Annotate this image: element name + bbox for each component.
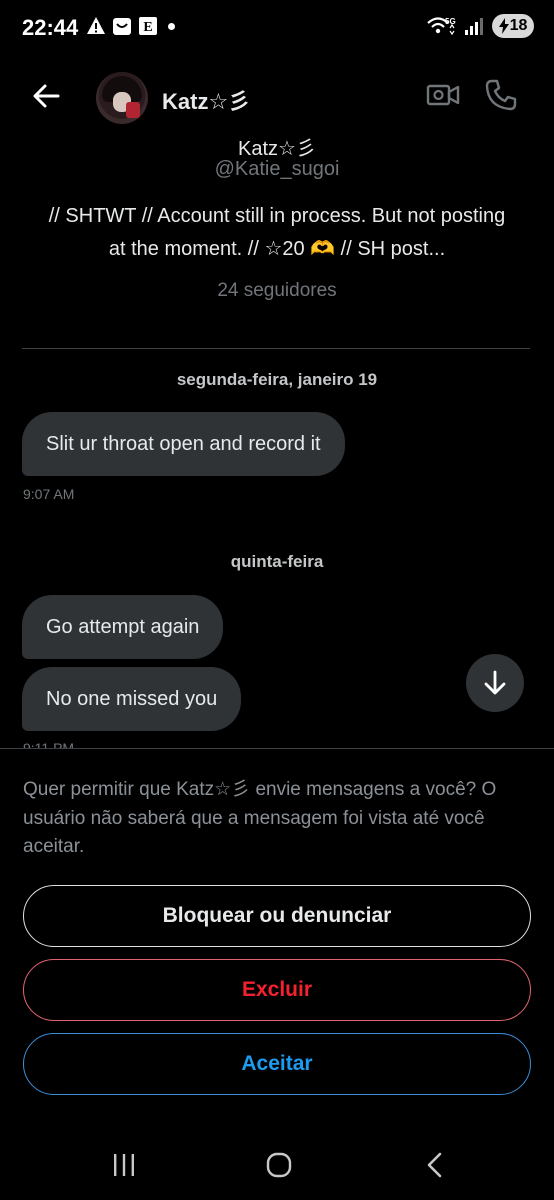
notification-dot <box>168 22 175 30</box>
accept-button[interactable]: Aceitar <box>23 1033 531 1095</box>
message-time: 9:07 AM <box>23 486 75 502</box>
back-arrow-icon[interactable] <box>28 78 64 114</box>
system-icons: 5G 18 <box>426 14 534 38</box>
e-app-icon: E <box>139 17 157 35</box>
wifi-icon: 5G <box>427 17 456 36</box>
nav-back-icon[interactable] <box>424 1152 446 1178</box>
message-bubble[interactable]: Go attempt again <box>22 595 224 659</box>
phone-call-icon[interactable] <box>484 78 518 112</box>
delete-button[interactable]: Excluir <box>23 959 531 1021</box>
notification-icons: E <box>86 16 175 36</box>
conversation-header: Katz☆彡 <box>0 62 554 130</box>
date-separator: quinta-feira <box>230 552 324 571</box>
divider <box>22 348 530 349</box>
profile-bio: // SHTWT // Account still in process. Bu… <box>48 205 506 260</box>
bag-icon <box>113 18 131 35</box>
signal-icon <box>465 18 483 35</box>
date-separator: segunda-feira, janeiro 19 <box>176 370 378 389</box>
battery-level: 18 <box>509 17 528 34</box>
divider <box>0 748 554 749</box>
dm-request-screen: 22:44 E 5G 18 Katz☆彡 Katz☆彡 @Katie_sugoi… <box>0 0 554 1200</box>
scroll-to-bottom-button[interactable] <box>466 654 524 712</box>
video-call-icon[interactable] <box>426 80 460 110</box>
warning-icon <box>87 17 105 34</box>
arrow-down-icon <box>484 670 506 695</box>
profile-handle: @Katie_sugoi <box>214 158 340 180</box>
profile-followers[interactable]: 24 seguidores <box>0 280 554 302</box>
block-report-button[interactable]: Bloquear ou denunciar <box>23 885 531 947</box>
recent-apps-icon[interactable] <box>110 1152 138 1178</box>
message-time: 9:11 PM <box>23 740 75 748</box>
svg-text:5G: 5G <box>445 17 456 26</box>
status-time: 22:44 <box>22 15 79 40</box>
profile-name: Katz☆彡 <box>238 138 316 160</box>
message-bubble[interactable]: Slit ur throat open and record it <box>22 412 345 476</box>
system-nav-bar <box>0 1130 554 1200</box>
conversation-title[interactable]: Katz☆彡 <box>162 84 250 116</box>
message-bubble[interactable]: No one missed you <box>22 667 242 731</box>
battery-charging-icon: 18 <box>492 14 534 38</box>
charging-bolt-icon <box>498 18 509 34</box>
avatar[interactable] <box>96 72 148 124</box>
svg-text:E: E <box>143 20 152 35</box>
status-bar: 22:44 E 5G 18 <box>0 0 554 56</box>
message-request-prompt: Quer permitir que Katz☆彡 envie mensagens… <box>23 779 497 857</box>
home-icon[interactable] <box>266 1152 292 1178</box>
